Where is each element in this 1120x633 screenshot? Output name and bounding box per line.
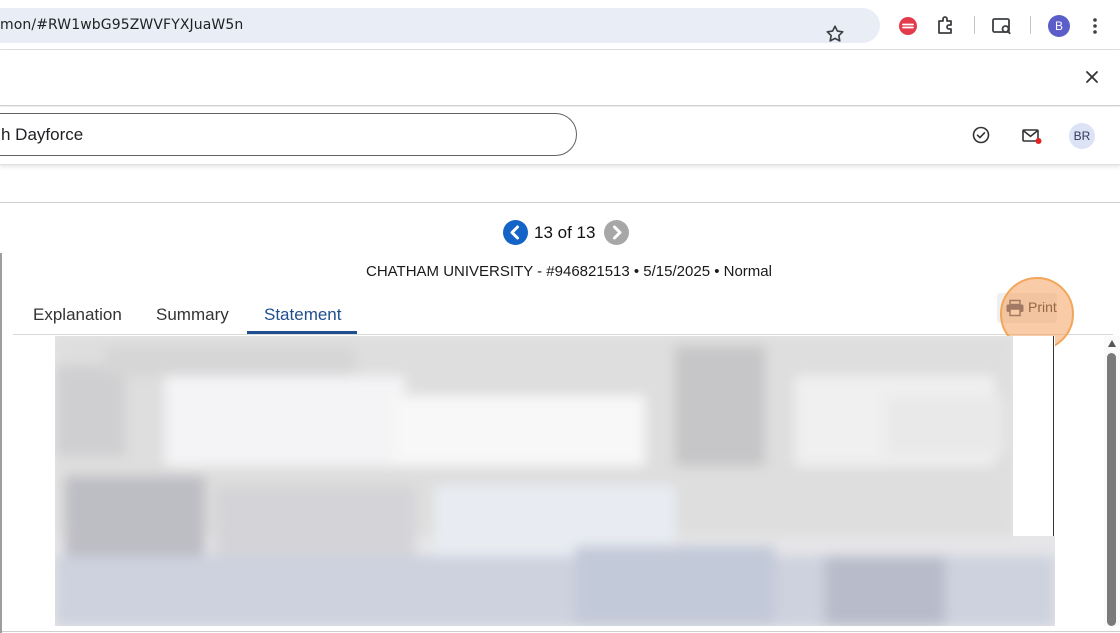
- close-icon[interactable]: [1083, 68, 1101, 86]
- previous-button[interactable]: [503, 220, 528, 245]
- scroll-up-arrow-icon[interactable]: [1108, 340, 1116, 347]
- document-edge: [1053, 336, 1054, 536]
- tab-explanation[interactable]: Explanation: [33, 305, 122, 325]
- statement-document[interactable]: [55, 336, 1055, 626]
- search-input[interactable]: h Dayforce: [0, 113, 577, 156]
- print-label: Print: [1028, 299, 1057, 315]
- extension-red-icon[interactable]: [896, 14, 920, 38]
- star-icon[interactable]: [824, 23, 846, 45]
- tab-search-icon[interactable]: [990, 14, 1014, 38]
- puzzle-icon[interactable]: [934, 13, 958, 37]
- statement-subtitle: CHATHAM UNIVERSITY - #946821513 • 5/15/2…: [366, 263, 772, 280]
- browser-toolbar: mon/#RW1wbG95ZWVFYXJuaW5n B: [0, 0, 1120, 50]
- blurred-document-image: [55, 336, 1055, 626]
- toolbar-separator: [974, 16, 975, 34]
- profile-avatar[interactable]: B: [1048, 15, 1070, 37]
- page-counter: 13 of 13: [534, 223, 596, 242]
- search-value[interactable]: h Dayforce: [1, 125, 83, 145]
- app-header: [0, 51, 1120, 106]
- user-avatar[interactable]: BR: [1069, 123, 1095, 149]
- more-vert-icon[interactable]: [1088, 14, 1102, 38]
- next-button[interactable]: [604, 220, 629, 245]
- vertical-scrollbar[interactable]: [1104, 336, 1120, 626]
- app-search-bar: h Dayforce BR: [0, 107, 1120, 165]
- chevron-right-icon: [613, 225, 622, 240]
- printer-icon: [1006, 299, 1024, 317]
- scrollbar-thumb[interactable]: [1107, 353, 1116, 626]
- toolbar-separator: [1030, 16, 1031, 34]
- url-text[interactable]: mon/#RW1wbG95ZWVFYXJuaW5n: [0, 17, 243, 33]
- tab-statement[interactable]: Statement: [264, 305, 342, 325]
- statement-tabs: Explanation Summary Statement: [13, 297, 1113, 335]
- active-tab-indicator: [247, 331, 357, 334]
- address-bar[interactable]: mon/#RW1wbG95ZWVFYXJuaW5n: [0, 8, 880, 43]
- check-circle-icon[interactable]: [971, 125, 991, 145]
- panel-divider: [0, 253, 2, 633]
- mail-icon[interactable]: [1021, 126, 1043, 146]
- print-button[interactable]: Print: [997, 293, 1057, 323]
- chevron-left-icon: [510, 225, 519, 240]
- tab-summary[interactable]: Summary: [156, 305, 229, 325]
